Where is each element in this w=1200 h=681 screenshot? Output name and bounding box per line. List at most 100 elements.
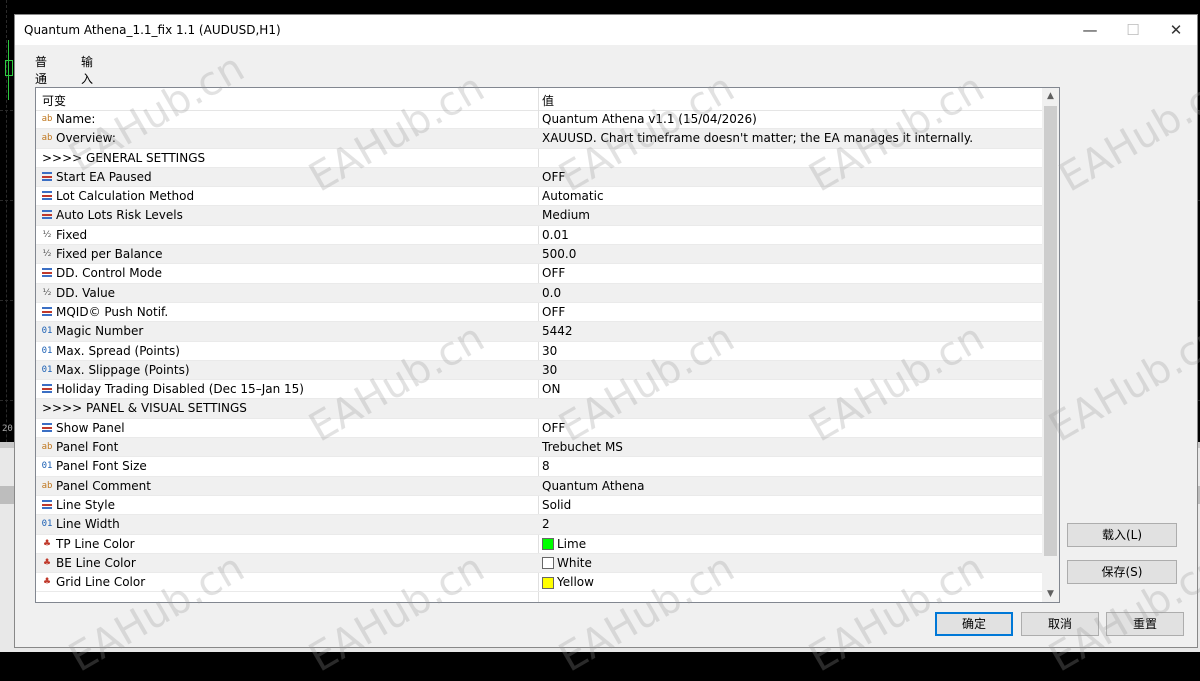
- variable-name: Fixed per Balance: [56, 247, 163, 262]
- table-row[interactable]: Auto Lots Risk Levels Medium: [36, 206, 1042, 226]
- variable-name: >>>> GENERAL SETTINGS: [42, 150, 206, 165]
- variable-value: 8: [542, 459, 550, 474]
- scroll-up-icon[interactable]: ▲: [1042, 88, 1059, 104]
- minimize-button[interactable]: —: [1075, 19, 1105, 41]
- value-cell[interactable]: 0.01: [542, 226, 569, 245]
- table-row[interactable]: Holiday Trading Disabled (Dec 15–Jan 15)…: [36, 380, 1042, 400]
- table-row[interactable]: 01 Magic Number 5442: [36, 322, 1042, 342]
- table-row[interactable]: ab Name: Quantum Athena v1.1 (15/04/2026): [36, 110, 1042, 130]
- variable-value: 30: [542, 343, 558, 358]
- reset-button[interactable]: 重置: [1106, 612, 1184, 636]
- section-row[interactable]: >>>> PANEL & VISUAL SETTINGS: [36, 399, 1042, 419]
- table-row[interactable]: ab Panel Font Trebuchet MS: [36, 438, 1042, 458]
- table-row[interactable]: 01 Max. Slippage (Points) 30: [36, 360, 1042, 381]
- section-row[interactable]: >>>> GENERAL SETTINGS: [36, 149, 1042, 168]
- table-row[interactable]: 01 Line Width 2: [36, 515, 1042, 535]
- variable-name-cell: Show Panel: [40, 419, 125, 438]
- table-row[interactable]: 01 Max. Spread (Points) 30: [36, 342, 1042, 361]
- save-button[interactable]: 保存(S): [1067, 560, 1177, 584]
- variable-name: Panel Font Size: [56, 459, 147, 474]
- ok-button[interactable]: 确定: [935, 612, 1013, 636]
- variable-name: DD. Control Mode: [56, 266, 162, 281]
- variable-name: Max. Slippage (Points): [56, 362, 190, 377]
- table-row[interactable]: ♣ BE Line Color White: [36, 553, 1042, 574]
- table-rows: ab Name: Quantum Athena v1.1 (15/04/2026) a…: [36, 110, 1042, 593]
- variable-name: Auto Lots Risk Levels: [56, 208, 183, 223]
- variable-name: TP Line Color: [56, 536, 135, 551]
- variable-name: Show Panel: [56, 420, 125, 435]
- value-cell[interactable]: White: [542, 554, 592, 573]
- cancel-button[interactable]: 取消: [1021, 612, 1099, 636]
- variable-name: Lot Calculation Method: [56, 189, 195, 204]
- table-row[interactable]: ab Panel Comment Quantum Athena: [36, 476, 1042, 496]
- value-cell[interactable]: 2: [542, 515, 550, 534]
- variable-name-cell: ab Overview:: [40, 129, 116, 148]
- tab-common[interactable]: 普通: [35, 53, 47, 89]
- variable-value: 0.01: [542, 227, 569, 242]
- value-cell[interactable]: 8: [542, 457, 550, 476]
- title-bar[interactable]: Quantum Athena_1.1_fix 1.1 (AUDUSD,H1) —…: [15, 15, 1197, 45]
- scroll-thumb[interactable]: [1044, 106, 1057, 556]
- variable-name-cell: ab Name:: [40, 110, 96, 129]
- enum-type-icon: [40, 168, 54, 187]
- value-cell[interactable]: Automatic: [542, 187, 604, 206]
- variable-value: OFF: [542, 169, 566, 184]
- value-cell[interactable]: Yellow: [542, 573, 594, 592]
- load-button[interactable]: 载入(L): [1067, 523, 1177, 547]
- variable-value: ON: [542, 382, 561, 397]
- value-cell[interactable]: OFF: [542, 168, 565, 187]
- column-header-variable[interactable]: 可变: [42, 92, 66, 109]
- table-row[interactable]: 01 Panel Font Size 8: [36, 457, 1042, 477]
- value-cell[interactable]: Quantum Athena v1.1 (15/04/2026): [542, 110, 757, 129]
- chart-tick-label: 20: [2, 424, 13, 434]
- value-cell[interactable]: 30: [542, 342, 557, 361]
- value-cell[interactable]: XAUUSD. Chart timeframe doesn't matter; …: [542, 129, 973, 148]
- value-cell[interactable]: OFF: [542, 303, 565, 322]
- value-cell[interactable]: 30: [542, 361, 557, 380]
- table-row[interactable]: ♣ TP Line Color Lime: [36, 535, 1042, 554]
- table-row[interactable]: ½ DD. Value 0.0: [36, 283, 1042, 303]
- value-cell[interactable]: 5442: [542, 322, 573, 341]
- table-row[interactable]: MQID© Push Notif. OFF: [36, 303, 1042, 323]
- enum-type-icon: [40, 496, 54, 515]
- variable-name-cell: ½ Fixed: [40, 226, 87, 245]
- table-row[interactable]: ab Overview: XAUUSD. Chart timeframe doesn…: [36, 129, 1042, 149]
- table-row[interactable]: DD. Control Mode OFF: [36, 264, 1042, 284]
- value-cell[interactable]: ON: [542, 380, 560, 399]
- variable-value: Solid: [542, 497, 572, 512]
- tab-inputs[interactable]: 输入: [81, 53, 94, 91]
- string-type-icon: ab: [41, 480, 53, 491]
- vertical-scrollbar[interactable]: ▲ ▼: [1042, 88, 1059, 602]
- variable-value: 500.0: [542, 247, 577, 262]
- variable-name-cell: >>>> PANEL & VISUAL SETTINGS: [40, 399, 247, 418]
- column-header-value[interactable]: 值: [542, 92, 554, 109]
- value-cell[interactable]: 500.0: [542, 245, 576, 264]
- variable-name-cell: 01 Panel Font Size: [40, 457, 147, 476]
- variable-value: White: [557, 555, 592, 570]
- table-row[interactable]: ½ Fixed 0.01: [36, 226, 1042, 246]
- table-row[interactable]: Show Panel OFF: [36, 419, 1042, 439]
- expert-properties-dialog: Quantum Athena_1.1_fix 1.1 (AUDUSD,H1) —…: [14, 14, 1198, 648]
- table-row[interactable]: ½ Fixed per Balance 500.0: [36, 245, 1042, 265]
- value-cell[interactable]: OFF: [542, 419, 565, 438]
- maximize-button[interactable]: ☐: [1118, 19, 1148, 41]
- variable-name-cell: ½ Fixed per Balance: [40, 245, 163, 264]
- value-cell[interactable]: Quantum Athena: [542, 477, 644, 496]
- string-type-icon: ab: [41, 133, 53, 144]
- variable-value: Medium: [542, 208, 590, 223]
- table-row[interactable]: Line Style Solid: [36, 496, 1042, 516]
- color-swatch: [542, 538, 554, 551]
- value-cell[interactable]: Solid: [542, 496, 571, 515]
- value-cell[interactable]: Trebuchet MS: [542, 438, 623, 457]
- integer-type-icon: 01: [41, 345, 53, 356]
- table-row[interactable]: Start EA Paused OFF: [36, 167, 1042, 188]
- close-button[interactable]: ✕: [1161, 19, 1191, 41]
- value-cell[interactable]: 0.0: [542, 284, 561, 303]
- table-row[interactable]: Lot Calculation Method Automatic: [36, 187, 1042, 207]
- scroll-down-icon[interactable]: ▼: [1042, 586, 1059, 602]
- value-cell[interactable]: Medium: [542, 206, 590, 225]
- window-title: Quantum Athena_1.1_fix 1.1 (AUDUSD,H1): [24, 23, 281, 37]
- table-row[interactable]: ♣ Grid Line Color Yellow: [36, 573, 1042, 593]
- value-cell[interactable]: OFF: [542, 264, 565, 283]
- value-cell[interactable]: Lime: [542, 535, 586, 554]
